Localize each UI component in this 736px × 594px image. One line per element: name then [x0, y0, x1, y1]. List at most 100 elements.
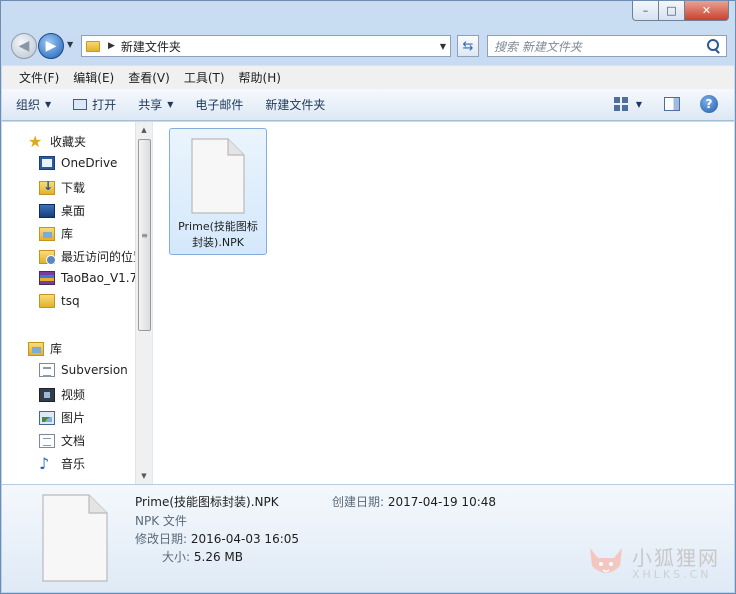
caption-buttons: – □ ✕: [632, 1, 729, 21]
address-history-dropdown[interactable]: ▼: [440, 42, 446, 51]
library-icon: [39, 226, 55, 241]
search-box[interactable]: 搜索 新建文件夹: [487, 35, 727, 57]
nav-item-label: Subversion: [61, 363, 128, 377]
desktop-icon: [39, 203, 55, 218]
file-name-line: 封装).NPK: [192, 236, 244, 249]
nav-item-desktop[interactable]: 桌面: [39, 202, 85, 219]
maximize-button[interactable]: □: [659, 1, 685, 21]
details-file-name: Prime(技能图标封装).NPK: [135, 495, 279, 509]
arrow-right-icon: ▶: [45, 38, 57, 54]
navigation-row: ◀ ▶ ▼ ▶ 新建文件夹 ▼ ⇆ 搜索 新建文件夹: [9, 31, 729, 61]
view-dropdown-arrow[interactable]: ▼: [636, 100, 642, 109]
nav-item-recent-places[interactable]: 最近访问的位置: [39, 248, 145, 265]
recent-pages-dropdown[interactable]: ▼: [67, 40, 73, 49]
nav-item-subversion[interactable]: Subversion: [39, 363, 128, 377]
nav-item-label: 最近访问的位置: [61, 250, 146, 264]
refresh-icon: ⇆: [462, 38, 474, 54]
size-label: 大小:: [162, 550, 191, 564]
star-icon: ★: [28, 131, 43, 151]
fox-logo-icon: [590, 548, 622, 573]
nav-item-downloads[interactable]: 下载: [39, 179, 85, 196]
library-icon: [28, 341, 44, 356]
search-icon[interactable]: [704, 37, 722, 55]
menu-file[interactable]: 文件(F): [12, 69, 66, 86]
menu-tools[interactable]: 工具(T): [177, 69, 232, 86]
navigation-pane: ★ 收藏夹 OneDrive 下载 桌面 库 最近访问的位置 TaoBao_V1…: [2, 122, 153, 484]
nav-libraries-label: 库: [50, 342, 63, 356]
email-button[interactable]: 电子邮件: [195, 96, 243, 113]
breadcrumb-current-folder[interactable]: 新建文件夹: [121, 38, 181, 55]
dropdown-arrow-icon: ▼: [167, 100, 174, 109]
nav-item-videos[interactable]: 视频: [39, 386, 85, 403]
navigation-scrollbar[interactable]: ▲ ≡ ▼: [135, 122, 152, 484]
details-file-type: NPK 文件: [135, 514, 187, 528]
video-icon: [39, 387, 55, 402]
minimize-button[interactable]: –: [632, 1, 659, 21]
nav-favorites[interactable]: ★ 收藏夹: [28, 133, 86, 150]
close-button[interactable]: ✕: [685, 1, 729, 21]
forward-button[interactable]: ▶: [38, 33, 64, 59]
organize-button[interactable]: 组织 ▼: [16, 96, 51, 113]
generic-file-icon: [191, 138, 245, 214]
nav-item-tsq[interactable]: tsq: [39, 294, 80, 308]
nav-item-label: 桌面: [61, 204, 86, 218]
preview-pane-icon[interactable]: [664, 97, 680, 111]
file-list-pane: Prime(技能图标 封装).NPK: [153, 122, 734, 484]
created-label: 创建日期:: [332, 495, 385, 509]
nav-favorites-label: 收藏夹: [50, 135, 87, 149]
dropdown-arrow-icon: ▼: [45, 100, 52, 109]
window-icon: [73, 99, 88, 110]
nav-libraries[interactable]: 库: [28, 340, 62, 357]
share-label: 共享: [138, 98, 163, 112]
chevron-right-icon[interactable]: ▶: [108, 41, 115, 51]
open-button[interactable]: 打开: [73, 96, 116, 113]
watermark-title: 小狐狸网: [632, 546, 720, 570]
subversion-icon: [39, 363, 55, 377]
file-name: Prime(技能图标 封装).NPK: [172, 219, 264, 251]
nav-item-label: 视频: [61, 388, 86, 402]
menu-help[interactable]: 帮助(H): [232, 69, 288, 86]
menu-bar: 文件(F) 编辑(E) 查看(V) 工具(T) 帮助(H): [2, 65, 734, 89]
document-icon: [39, 433, 55, 448]
rar-archive-icon: [39, 271, 55, 285]
nav-item-label: OneDrive: [61, 156, 118, 170]
arrow-left-icon: ◀: [18, 38, 30, 54]
music-note-icon: ♪: [39, 453, 50, 473]
view-options-icon[interactable]: [613, 97, 628, 111]
scrollbar-thumb[interactable]: ≡: [138, 139, 151, 331]
details-modified: 修改日期: 2016-04-03 16:05: [135, 530, 299, 547]
nav-item-label: TaoBao_V1.7: [61, 271, 138, 285]
new-folder-button[interactable]: 新建文件夹: [265, 96, 325, 113]
nav-item-music[interactable]: ♪ 音乐: [39, 455, 85, 472]
file-item[interactable]: Prime(技能图标 封装).NPK: [169, 128, 267, 255]
explorer-window: – □ ✕ ◀ ▶ ▼ ▶ 新建文件夹 ▼ ⇆ 搜索 新建文件夹 文件(F) 编…: [0, 0, 736, 594]
site-watermark: 小狐狸网 XHLKS.CN: [586, 542, 724, 586]
nav-item-pictures[interactable]: 图片: [39, 409, 85, 426]
size-value: 5.26 MB: [193, 550, 243, 564]
nav-item-taobao[interactable]: TaoBao_V1.7: [39, 271, 137, 285]
details-pane: Prime(技能图标封装).NPK NPK 文件 修改日期: 2016-04-0…: [2, 484, 734, 592]
share-button[interactable]: 共享 ▼: [138, 96, 173, 113]
help-icon[interactable]: ?: [700, 95, 718, 113]
nav-item-label: 音乐: [61, 457, 86, 471]
modified-label: 修改日期:: [135, 532, 188, 546]
scroll-up-arrow-icon[interactable]: ▲: [136, 122, 152, 138]
nav-item-label: 文档: [61, 434, 86, 448]
folder-icon: [86, 40, 100, 52]
menu-view[interactable]: 查看(V): [121, 69, 177, 86]
scroll-down-arrow-icon[interactable]: ▼: [136, 468, 152, 484]
nav-item-label: 下载: [61, 181, 86, 195]
nav-item-label: 库: [61, 227, 74, 241]
nav-item-library[interactable]: 库: [39, 225, 73, 242]
email-label: 电子邮件: [195, 98, 244, 112]
new-folder-label: 新建文件夹: [265, 98, 326, 112]
picture-icon: [39, 410, 55, 425]
back-button[interactable]: ◀: [11, 33, 37, 59]
address-bar[interactable]: ▶ 新建文件夹 ▼: [81, 35, 451, 57]
nav-item-onedrive[interactable]: OneDrive: [39, 156, 117, 170]
onedrive-icon: [39, 156, 55, 170]
search-input[interactable]: 搜索 新建文件夹: [488, 38, 704, 55]
menu-edit[interactable]: 编辑(E): [66, 69, 121, 86]
nav-item-documents[interactable]: 文档: [39, 432, 85, 449]
refresh-button[interactable]: ⇆: [457, 35, 479, 57]
